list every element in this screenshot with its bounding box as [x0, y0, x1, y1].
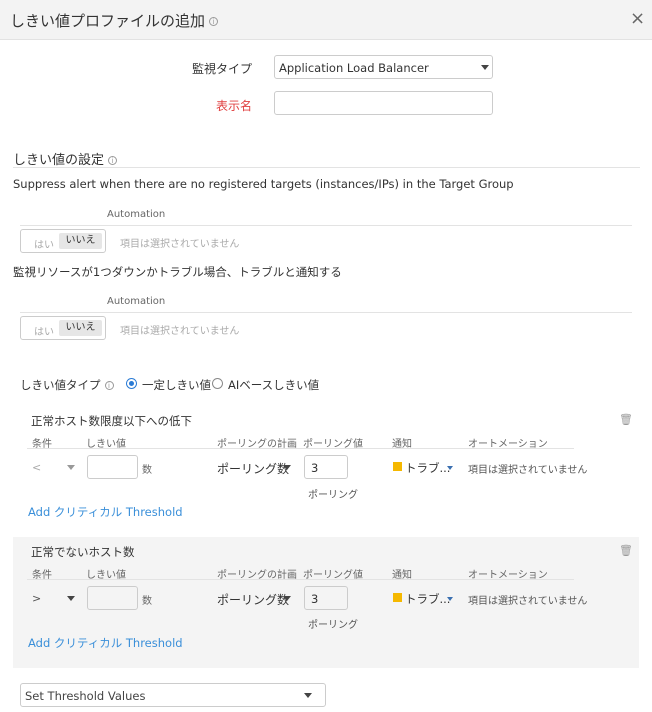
unit-label: 数 — [142, 465, 152, 476]
section-title: 正常ホスト数限度以下への低下 — [31, 414, 192, 428]
add-critical-threshold-link[interactable]: Add クリティカル Threshold — [28, 635, 183, 651]
status-color-swatch — [393, 462, 402, 471]
toggle-no-selected[interactable]: いいえ — [59, 233, 102, 249]
poll-value-input[interactable]: 3 — [304, 455, 348, 479]
info-icon: i — [104, 381, 114, 390]
chevron-down-icon[interactable] — [283, 465, 291, 470]
dialog-title-text: しきい値プロファイルの追加 — [10, 12, 206, 30]
threshold-settings-heading: しきい値の設定 i — [13, 149, 118, 168]
select-value: Set Threshold Values — [25, 689, 146, 703]
close-icon[interactable]: × — [630, 8, 645, 29]
divider — [27, 448, 574, 449]
threshold-section-healthy-hosts: 正常ホスト数限度以下への低下 🗑 条件 しきい値 ポーリングの計画 ポーリング値… — [0, 405, 652, 530]
automation-select[interactable]: 項目は選択されていません — [468, 461, 587, 476]
unit-label: 数 — [142, 596, 152, 607]
heading-text: しきい値の設定 — [13, 153, 105, 168]
divider — [13, 167, 640, 168]
suppress-toggle[interactable]: はい いいえ — [20, 229, 106, 253]
suppress-text: Suppress alert when there are no registe… — [13, 177, 514, 191]
toggle-no-selected[interactable]: いいえ — [59, 320, 102, 336]
resource-down-text: 監視リソースが1つダウンかトラブル場合、トラブルと通知する — [13, 265, 342, 279]
monitor-type-value: Application Load Balancer — [279, 61, 429, 75]
radio-label-ai[interactable]: AIベースしきい値 — [228, 377, 319, 393]
chevron-down-icon — [304, 693, 312, 698]
toggle-yes[interactable]: はい — [34, 323, 54, 338]
info-icon: i — [108, 156, 118, 165]
resource-down-toggle[interactable]: はい いいえ — [20, 316, 106, 340]
chevron-down-icon[interactable] — [447, 597, 453, 601]
threshold-section-unhealthy-hosts: 正常でないホスト数 🗑 条件 しきい値 ポーリングの計画 ポーリング値 通知 オ… — [13, 537, 639, 668]
status-color-swatch — [393, 593, 402, 602]
threshold-type-label: しきい値タイプ i — [20, 377, 114, 393]
info-icon: i — [209, 17, 219, 26]
label-text: しきい値タイプ — [20, 378, 101, 392]
chevron-down-icon[interactable] — [283, 596, 291, 601]
trash-icon[interactable]: 🗑 — [619, 544, 633, 557]
display-name-label: 表示名 — [215, 99, 252, 113]
radio-fixed-threshold[interactable] — [126, 378, 137, 389]
automation-label: Automation — [107, 296, 166, 307]
radio-ai-threshold[interactable] — [212, 378, 223, 389]
chevron-down-icon[interactable] — [67, 596, 75, 601]
divider — [20, 312, 632, 313]
radio-label-fixed[interactable]: 一定しきい値 — [142, 377, 211, 393]
divider — [20, 225, 632, 226]
automation-label: Automation — [107, 209, 166, 220]
poll-plan-select[interactable]: ポーリング数 — [217, 591, 289, 608]
trash-icon[interactable]: 🗑 — [619, 413, 633, 426]
set-threshold-values-select[interactable]: Set Threshold Values — [20, 683, 326, 707]
condition-select[interactable]: < — [32, 461, 41, 474]
poll-plan-select[interactable]: ポーリング数 — [217, 460, 289, 477]
automation-select[interactable]: 項目は選択されていません — [468, 592, 587, 607]
chevron-down-icon — [481, 65, 489, 70]
add-critical-threshold-link[interactable]: Add クリティカル Threshold — [28, 504, 183, 520]
poll-unit-label: ポーリング — [308, 620, 358, 631]
poll-unit-label: ポーリング — [308, 490, 358, 501]
monitor-type-select[interactable]: Application Load Balancer — [274, 55, 493, 79]
chevron-down-icon[interactable] — [447, 466, 453, 470]
automation-select[interactable]: 項目は選択されていません — [120, 322, 239, 337]
section-title: 正常でないホスト数 — [31, 545, 135, 559]
dialog-title: しきい値プロファイルの追加 i — [10, 10, 219, 31]
threshold-input[interactable] — [87, 455, 138, 479]
threshold-input[interactable] — [87, 586, 138, 610]
notify-select[interactable]: トラブ... — [405, 460, 450, 476]
poll-value-input[interactable]: 3 — [304, 586, 348, 610]
display-name-input[interactable] — [274, 91, 493, 115]
condition-select[interactable]: > — [32, 592, 41, 605]
monitor-type-label: 監視タイプ — [191, 62, 252, 76]
divider — [27, 579, 574, 580]
notify-select[interactable]: トラブ... — [405, 591, 450, 607]
chevron-down-icon[interactable] — [67, 465, 75, 470]
automation-select[interactable]: 項目は選択されていません — [120, 235, 239, 250]
toggle-yes[interactable]: はい — [34, 236, 54, 251]
